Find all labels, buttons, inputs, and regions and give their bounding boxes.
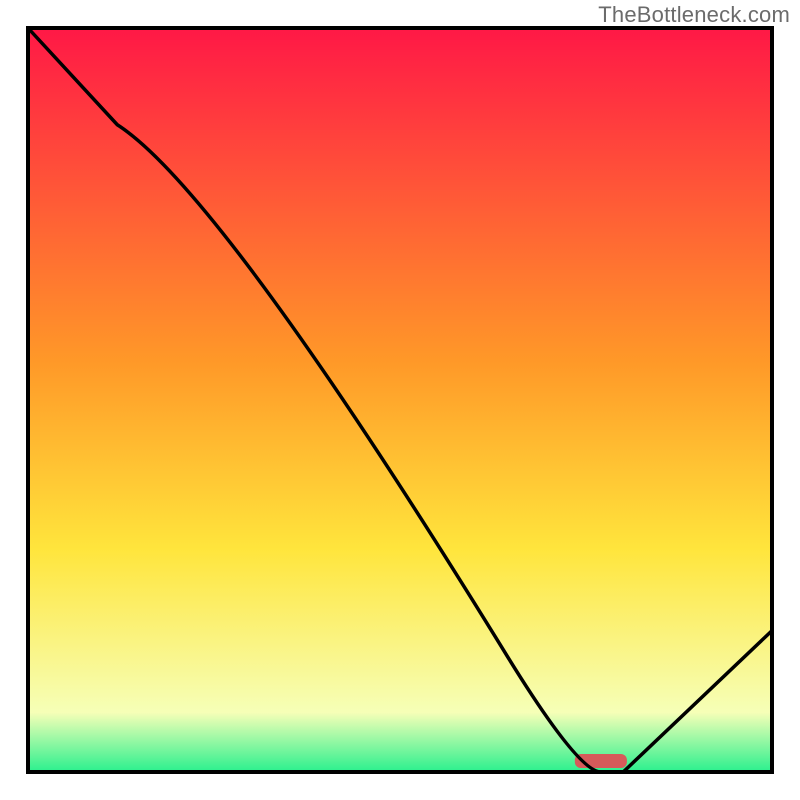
bottleneck-chart: [0, 0, 800, 800]
chart-container: TheBottleneck.com: [0, 0, 800, 800]
